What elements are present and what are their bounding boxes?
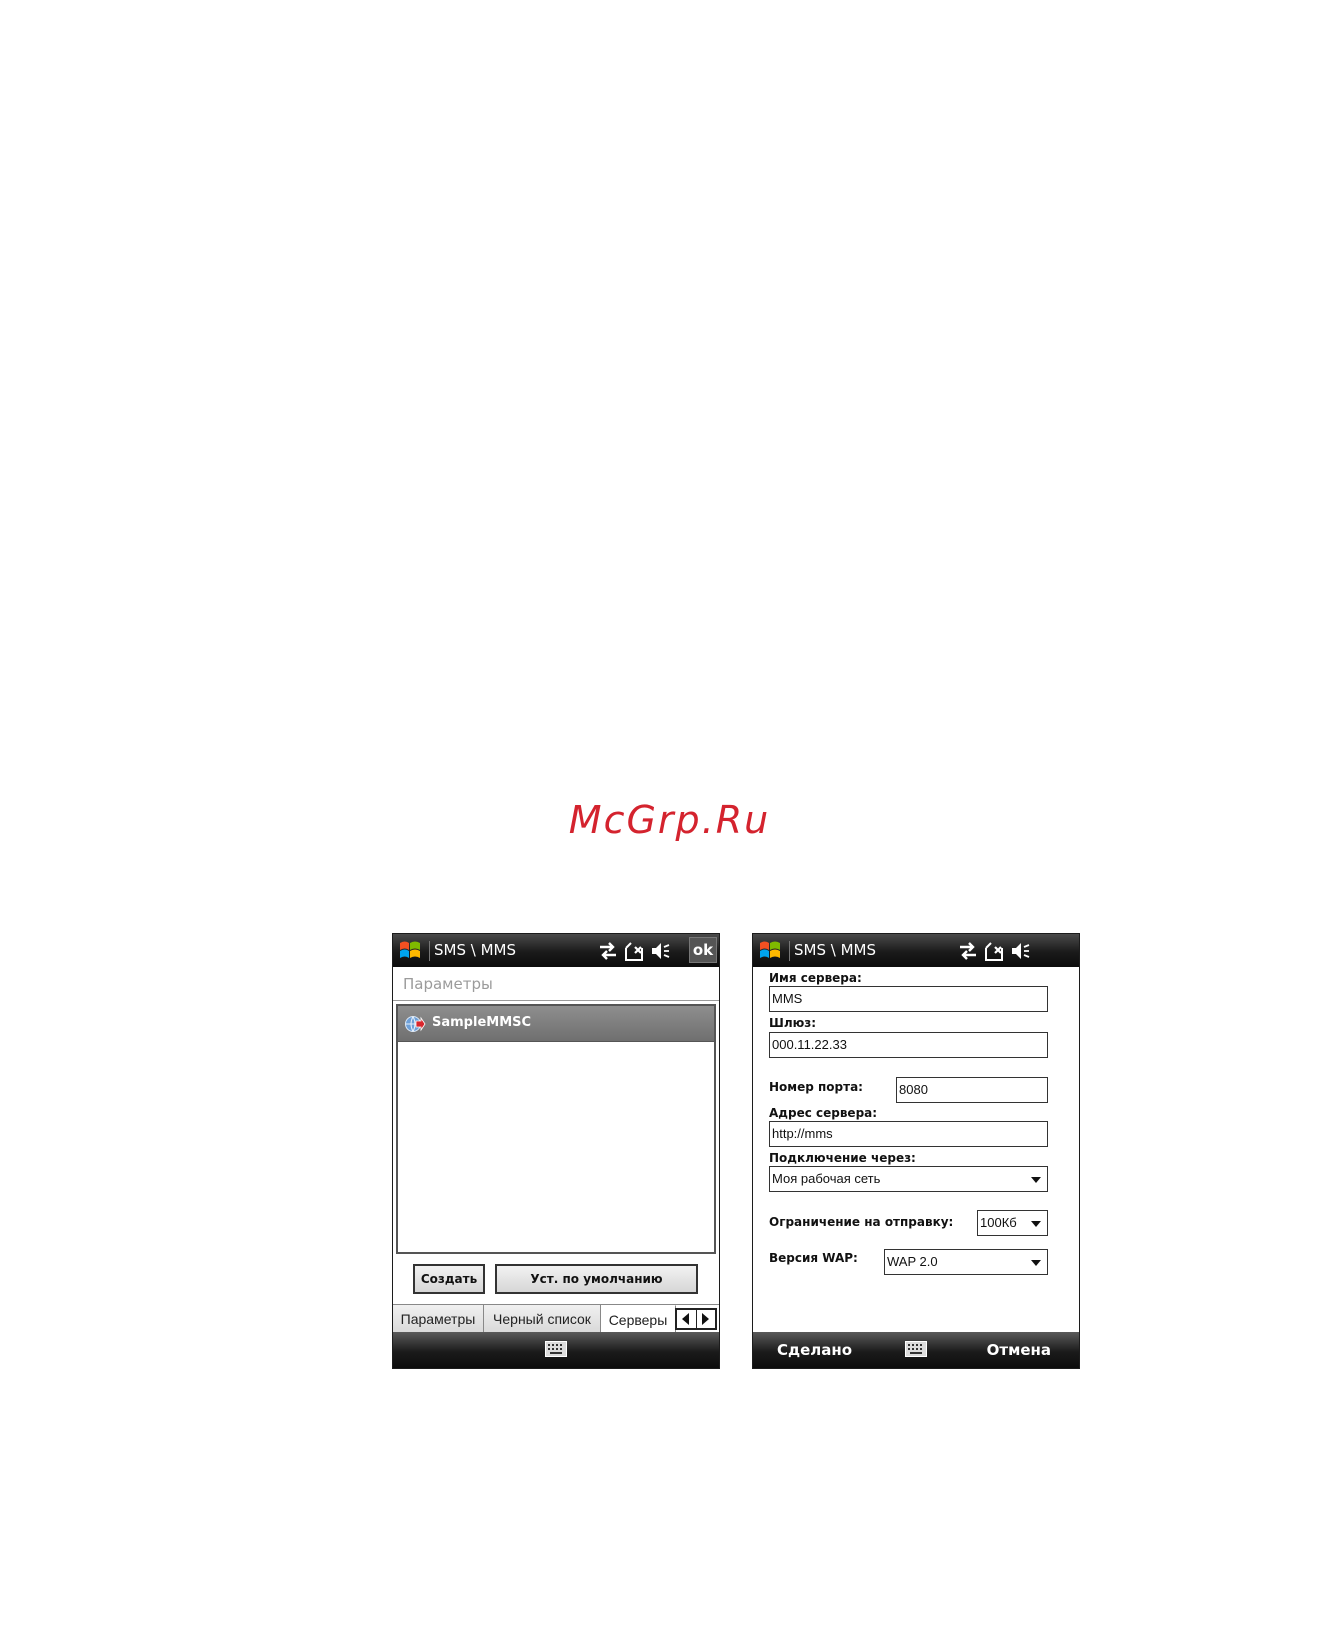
section-header: Параметры — [393, 967, 719, 1001]
connectivity-icon[interactable] — [597, 940, 619, 962]
send-limit-label: Ограничение на отправку: — [769, 1215, 954, 1229]
server-address-field[interactable]: http://mms — [769, 1121, 1048, 1147]
connect-via-label: Подключение через: — [769, 1151, 916, 1165]
gateway-field[interactable]: 000.11.22.33 — [769, 1032, 1048, 1058]
cancel-softkey[interactable]: Отмена — [987, 1341, 1051, 1359]
list-item-label: SampleMMSC — [432, 1015, 532, 1030]
ok-button[interactable]: ok — [689, 937, 717, 963]
server-address-label: Адрес сервера: — [769, 1106, 878, 1120]
keyboard-icon[interactable] — [905, 1341, 927, 1357]
server-name-label: Имя сервера: — [769, 971, 862, 985]
arrow-left-icon — [682, 1313, 689, 1325]
servers-list-screen: SMS \ MMS ok Параметры SampleMMSC Создат… — [392, 933, 720, 1369]
list-item[interactable]: SampleMMSC — [398, 1006, 714, 1042]
tab-strip: Параметры Черный список Серверы — [393, 1304, 719, 1334]
server-name-field[interactable]: MMS — [769, 986, 1048, 1012]
port-field[interactable]: 8080 — [896, 1077, 1048, 1103]
chevron-down-icon — [1031, 1221, 1041, 1227]
menu-bar — [393, 1332, 719, 1368]
windows-start-icon[interactable] — [757, 938, 783, 964]
app-title: SMS \ MMS — [794, 941, 876, 959]
watermark: McGrp.Ru — [568, 798, 771, 842]
port-label: Номер порта: — [769, 1080, 863, 1094]
chevron-down-icon — [1031, 1177, 1041, 1183]
server-list[interactable]: SampleMMSC — [396, 1004, 716, 1254]
menu-bar: Сделано Отмена — [753, 1332, 1079, 1368]
set-default-button[interactable]: Уст. по умолчанию — [495, 1264, 698, 1294]
tab-servers[interactable]: Серверы — [601, 1305, 676, 1334]
connect-via-dropdown[interactable]: Моя рабочая сеть — [769, 1166, 1048, 1192]
gateway-label: Шлюз: — [769, 1016, 817, 1030]
connectivity-icon[interactable] — [957, 940, 979, 962]
speaker-mute-icon[interactable] — [1009, 940, 1031, 962]
wap-version-label: Версия WAP: — [769, 1251, 858, 1265]
arrow-right-icon — [702, 1313, 709, 1325]
tab-blacklist[interactable]: Черный список — [484, 1305, 601, 1334]
globe-server-icon — [405, 1016, 426, 1032]
keyboard-icon[interactable] — [545, 1341, 567, 1357]
tab-scroll-control — [675, 1308, 717, 1330]
server-edit-screen: SMS \ MMS Имя сервера: MMS Шлюз: 000.11.… — [752, 933, 1080, 1369]
create-button[interactable]: Создать — [413, 1264, 485, 1294]
windows-start-icon[interactable] — [397, 938, 423, 964]
title-bar: SMS \ MMS ok — [393, 934, 719, 967]
tab-scroll-left[interactable] — [677, 1310, 697, 1328]
speaker-mute-icon[interactable] — [649, 940, 671, 962]
tab-scroll-right[interactable] — [696, 1310, 715, 1328]
app-title: SMS \ MMS — [434, 941, 516, 959]
chevron-down-icon — [1031, 1260, 1041, 1266]
tab-parameters[interactable]: Параметры — [393, 1305, 484, 1334]
signal-icon[interactable] — [983, 940, 1005, 962]
send-limit-dropdown[interactable]: 100Кб — [977, 1210, 1048, 1236]
done-softkey[interactable]: Сделано — [777, 1341, 852, 1359]
wap-version-dropdown[interactable]: WAP 2.0 — [884, 1249, 1048, 1275]
title-bar: SMS \ MMS — [753, 934, 1079, 967]
signal-icon[interactable] — [623, 940, 645, 962]
